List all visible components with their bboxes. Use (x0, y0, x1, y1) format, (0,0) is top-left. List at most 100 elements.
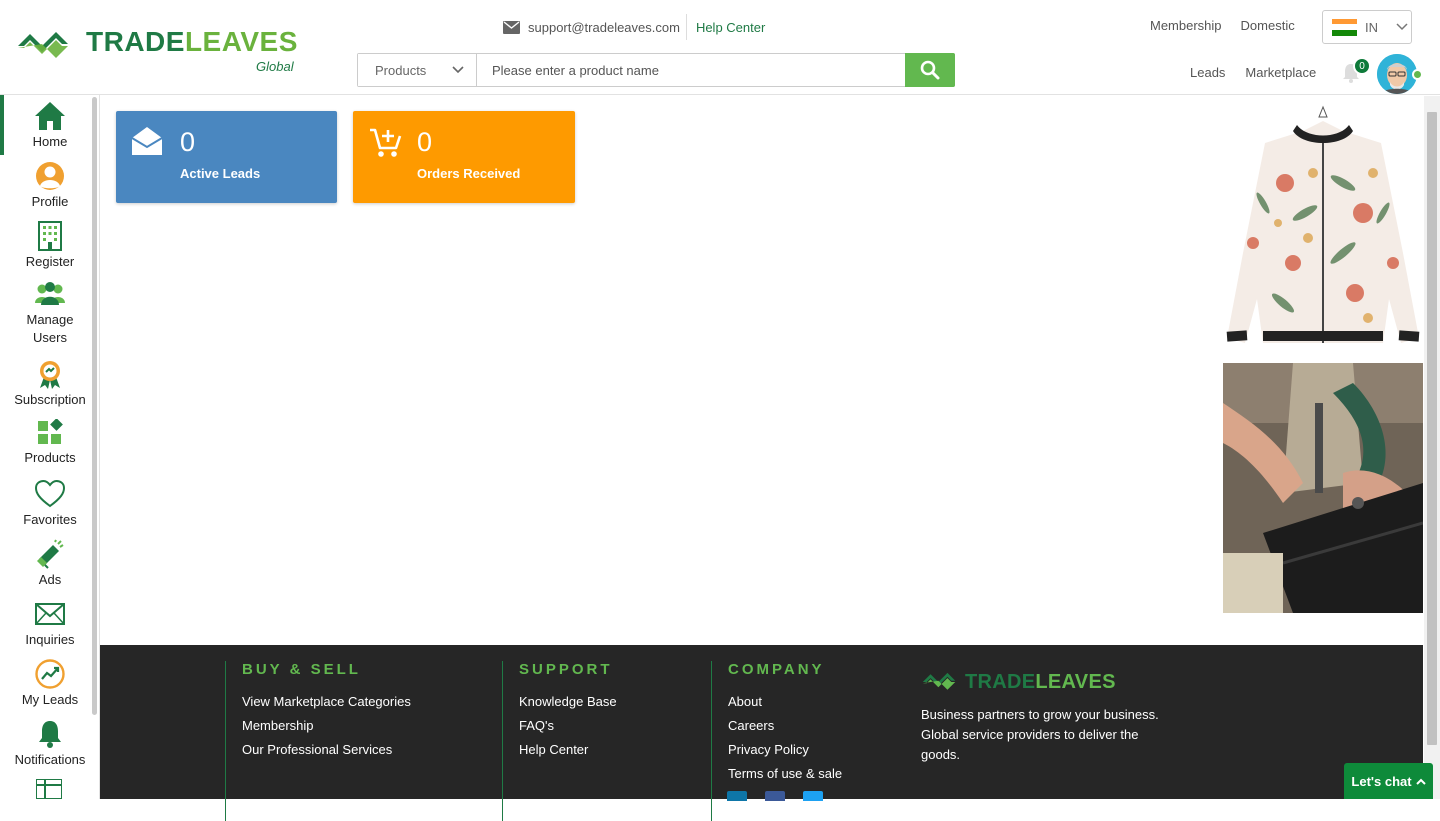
logo-tagline: Global (256, 59, 294, 74)
sidebar-item-profile[interactable]: Profile (0, 161, 99, 211)
chat-label: Let's chat (1351, 773, 1412, 789)
footer-link-faqs[interactable]: FAQ's (519, 714, 692, 738)
sidebar-item-favorites[interactable]: Favorites (0, 479, 99, 529)
search-input[interactable] (477, 54, 905, 86)
footer-link-knowledge-base[interactable]: Knowledge Base (519, 690, 692, 714)
social-links (727, 791, 823, 801)
footer: BUY & SELL View Marketplace Categories M… (100, 645, 1423, 821)
sidebar-item-notifications[interactable]: Notifications (0, 719, 99, 769)
sidebar-item-products[interactable]: Products (0, 419, 99, 467)
chevron-down-icon (452, 66, 464, 74)
bell-icon (39, 721, 61, 748)
sidebar-item-label: Notifications (14, 752, 86, 767)
footer-link-privacy-policy[interactable]: Privacy Policy (728, 738, 891, 762)
active-leads-label: Active Leads (180, 166, 261, 181)
active-leads-count: 0 (180, 127, 196, 157)
footer-link-about[interactable]: About (728, 690, 891, 714)
sidebar-item-label: Register (25, 254, 75, 269)
jacket-illustration (1226, 105, 1420, 343)
footer-logo-leaf-icon (922, 672, 956, 690)
nav-links: Leads Marketplace (1190, 65, 1316, 80)
lets-chat-button[interactable]: Let's chat (1344, 763, 1433, 799)
footer-link-professional-services[interactable]: Our Professional Services (242, 738, 485, 762)
sidebar-item-manage-users[interactable]: Manage Users (0, 281, 99, 347)
product-search-bar: Products (357, 53, 955, 87)
sidebar-item-register[interactable]: Register (0, 221, 99, 271)
linkedin-icon[interactable] (727, 791, 747, 801)
logo-leaf-icon (18, 32, 68, 58)
contact-bar: support@tradeleaves.com Help Center (503, 14, 765, 40)
sidebar-item-label: Products (24, 450, 76, 465)
building-icon (38, 221, 62, 251)
top-links: Membership Domestic (1150, 18, 1295, 33)
open-envelope-icon (131, 127, 163, 155)
sidebar: Home Profile Register Manage Users Subsc… (0, 95, 100, 799)
language-selector[interactable]: IN (1322, 10, 1412, 44)
top-header: TRADELEAVES Global support@tradeleaves.c… (0, 0, 1440, 95)
sidebar-item-subscription[interactable]: Subscription (0, 359, 99, 409)
footer-heading: BUY & SELL (242, 661, 361, 678)
footer-link-membership[interactable]: Membership (242, 714, 485, 738)
sidebar-item-label: My Leads (21, 692, 79, 707)
online-status-dot (1412, 69, 1423, 80)
badge-icon (40, 361, 60, 389)
marketplace-link[interactable]: Marketplace (1245, 65, 1316, 80)
sidebar-item-my-leads[interactable]: My Leads (0, 659, 99, 709)
sidebar-item-label: Inquiries (25, 632, 75, 647)
domestic-link[interactable]: Domestic (1241, 18, 1295, 33)
footer-column-support: SUPPORT Knowledge Base FAQ's Help Center (502, 661, 692, 821)
support-email-link[interactable]: support@tradeleaves.com (528, 20, 680, 35)
sidebar-item-ads[interactable]: Ads (0, 539, 99, 589)
logo-wordmark: TRADELEAVES (86, 26, 298, 57)
megaphone-icon (37, 539, 64, 569)
language-code: IN (1365, 19, 1378, 35)
sidebar-item-label: Favorites (23, 512, 77, 527)
home-icon (35, 102, 65, 130)
users-icon (35, 282, 65, 305)
cart-add-icon (370, 128, 402, 157)
leads-chart-icon (35, 659, 65, 689)
divider (685, 14, 687, 40)
envelope-icon (35, 603, 65, 625)
search-button[interactable] (905, 53, 955, 87)
sidebar-item-label: Subscription (14, 392, 86, 407)
facebook-icon[interactable] (765, 791, 785, 801)
footer-link-marketplace-categories[interactable]: View Marketplace Categories (242, 690, 485, 714)
sidebar-item-label: Manage Users (26, 312, 74, 345)
india-flag-icon (1332, 18, 1357, 36)
twitter-icon[interactable] (803, 791, 823, 801)
heart-icon (34, 479, 66, 508)
ad-floral-jacket-image[interactable] (1223, 103, 1423, 348)
search-icon (920, 60, 940, 80)
footer-brand-description: Business partners to grow your business.… (921, 707, 1159, 762)
avatar-portrait-icon (1377, 54, 1417, 94)
tradeleaves-logo[interactable]: TRADELEAVES Global (16, 22, 306, 76)
search-category-select[interactable]: Products (358, 54, 477, 86)
chevron-down-icon (1396, 23, 1408, 31)
orders-received-label: Orders Received (417, 166, 521, 181)
footer-column-buy-sell: BUY & SELL View Marketplace Categories M… (225, 661, 485, 821)
active-leads-card[interactable]: 0 Active Leads (116, 111, 337, 203)
footer-heading: SUPPORT (519, 661, 613, 678)
user-avatar[interactable] (1377, 54, 1417, 94)
chevron-up-icon (1415, 778, 1426, 785)
help-center-link[interactable]: Help Center (696, 20, 765, 35)
footer-link-help-center[interactable]: Help Center (519, 738, 692, 762)
sidebar-item-label: Home (32, 134, 68, 149)
footer-link-careers[interactable]: Careers (728, 714, 891, 738)
page-scrollbar[interactable] (1424, 96, 1440, 799)
sidebar-item-label: Ads (38, 572, 62, 587)
sewing-illustration (1223, 363, 1423, 613)
leads-link[interactable]: Leads (1190, 65, 1225, 80)
profile-icon (36, 162, 64, 190)
sidebar-item-label: Profile (31, 194, 69, 209)
sidebar-item-inquiries[interactable]: Inquiries (0, 599, 99, 649)
orders-received-count: 0 (417, 127, 433, 157)
ad-leather-sewing-image[interactable] (1223, 363, 1423, 613)
orders-received-card[interactable]: 0 Orders Received (353, 111, 575, 203)
membership-link[interactable]: Membership (1150, 18, 1222, 33)
page-scrollbar-thumb[interactable] (1427, 112, 1437, 745)
footer-link-terms[interactable]: Terms of use & sale (728, 762, 891, 786)
sidebar-item-home[interactable]: Home (0, 101, 99, 151)
mail-icon (503, 20, 520, 34)
